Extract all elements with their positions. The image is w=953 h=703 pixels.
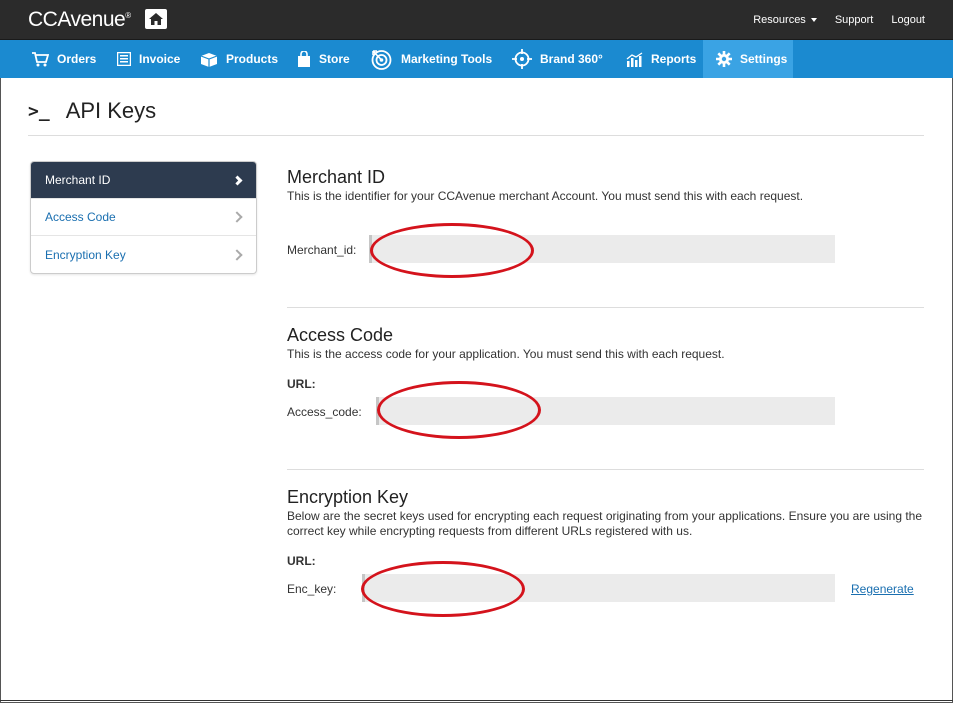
resources-label: Resources — [753, 14, 806, 26]
nav-settings[interactable]: Settings — [703, 40, 793, 78]
sidebar-item-access-code[interactable]: Access Code — [31, 199, 256, 236]
section-divider — [287, 307, 924, 308]
top-links: Resources Support Logout — [753, 14, 925, 26]
support-link[interactable]: Support — [835, 14, 874, 26]
redaction-mark — [361, 561, 525, 617]
title-divider — [28, 135, 924, 136]
terminal-prompt-icon: >_ — [28, 100, 50, 122]
box-icon — [200, 52, 218, 67]
nav-marketing-tools[interactable]: Marketing Tools — [370, 40, 492, 78]
section-description: This is the access code for your applica… — [287, 347, 725, 361]
target-icon — [371, 49, 392, 70]
nav-products[interactable]: Products — [200, 40, 278, 78]
nav-reports[interactable]: Reports — [626, 40, 696, 78]
nav-orders[interactable]: Orders — [31, 40, 96, 78]
chevron-down-icon — [810, 18, 817, 23]
redaction-mark — [377, 381, 541, 439]
chevron-right-icon — [232, 175, 243, 185]
url-label: URL: — [287, 377, 316, 391]
invoice-icon — [117, 52, 131, 66]
chart-icon — [626, 51, 643, 67]
nav-products-label: Products — [226, 52, 279, 66]
section-title: Access Code — [287, 325, 394, 345]
encryption-key-section: Encryption Key Below are the secret keys… — [287, 487, 924, 539]
nav-settings-label: Settings — [740, 52, 788, 66]
nav-marketing-tools-label: Marketing Tools — [401, 52, 493, 66]
section-divider — [287, 469, 924, 470]
section-title: Encryption Key — [287, 487, 409, 507]
page-title-text: API Keys — [65, 98, 157, 123]
enc-key-label: Enc_key: — [287, 582, 337, 596]
nav-invoice-label: Invoice — [139, 52, 181, 66]
chevron-right-icon — [231, 211, 243, 223]
crosshair-icon — [512, 49, 532, 69]
chevron-right-icon — [231, 248, 243, 261]
section-description: This is the identifier for your CCAvenue… — [287, 189, 804, 203]
sidebar-item-label: Encryption Key — [45, 247, 126, 262]
regenerate-link[interactable]: Regenerate — [851, 582, 914, 596]
nav-brand-360[interactable]: Brand 360° — [512, 40, 603, 78]
top-bar: CCAvenue® Resources Support Logout — [0, 0, 953, 40]
section-title: Merchant ID — [287, 167, 386, 187]
url-label: URL: — [287, 554, 316, 568]
home-icon[interactable] — [145, 9, 167, 29]
logout-link[interactable]: Logout — [891, 14, 925, 26]
nav-store-label: Store — [319, 52, 350, 66]
bottom-border — [0, 700, 953, 701]
main-nav: Orders Invoice Products Store Marketing … — [0, 40, 953, 78]
sidebar-item-label: Access Code — [45, 210, 116, 224]
logo[interactable]: CCAvenue® — [28, 8, 131, 32]
redaction-mark — [370, 223, 534, 278]
logo-text: CCAvenue — [28, 8, 126, 31]
bag-icon — [298, 50, 310, 67]
nav-orders-label: Orders — [57, 52, 97, 66]
cart-icon — [32, 52, 49, 67]
nav-brand-360-label: Brand 360° — [540, 52, 603, 66]
access-code-section: Access Code This is the access code for … — [287, 325, 924, 362]
sidebar-item-merchant-id[interactable]: Merchant ID — [31, 162, 256, 199]
gear-icon — [716, 51, 732, 67]
merchant-id-section: Merchant ID This is the identifier for y… — [287, 167, 924, 204]
nav-store[interactable]: Store — [297, 40, 350, 78]
sidebar-item-label: Merchant ID — [45, 173, 111, 187]
access-code-label: Access_code: — [287, 405, 362, 419]
merchant-id-label: Merchant_id: — [287, 243, 357, 257]
resources-link[interactable]: Resources — [753, 14, 817, 26]
section-description: Below are the secret keys used for encry… — [287, 509, 923, 538]
nav-invoice[interactable]: Invoice — [117, 40, 180, 78]
sidebar: Merchant ID Access Code Encryption Key — [30, 161, 257, 274]
nav-reports-label: Reports — [651, 52, 697, 66]
page-title: >_ API Keys — [28, 98, 156, 124]
sidebar-item-encryption-key[interactable]: Encryption Key — [31, 236, 256, 273]
